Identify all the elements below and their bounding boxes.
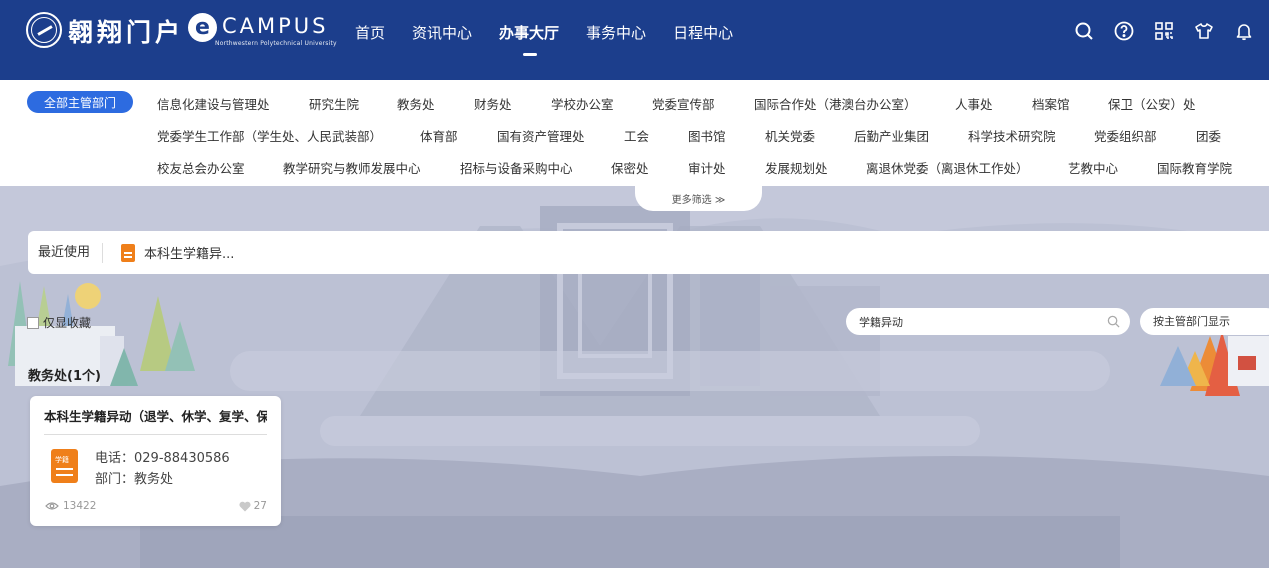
filter-item[interactable]: 国际合作处（港澳台办公室） <box>754 94 917 113</box>
portal-logo-text: 翱翔门户 <box>68 18 185 47</box>
recent-used-label: 最近使用 <box>38 242 104 263</box>
filter-item[interactable]: 图书馆 <box>688 126 726 145</box>
filter-item[interactable]: 保卫（公安）处 <box>1108 94 1196 113</box>
filter-item[interactable]: 教务处 <box>397 94 435 113</box>
help-icon[interactable] <box>1113 20 1135 42</box>
filter-item[interactable]: 学校办公室 <box>551 94 614 113</box>
nav-affairs-center[interactable]: 事务中心 <box>586 22 646 43</box>
filter-item[interactable]: 艺教中心 <box>1068 158 1118 177</box>
nav-home[interactable]: 首页 <box>355 22 385 43</box>
filter-item[interactable]: 党委学生工作部（学生处、人民武装部） <box>157 126 382 145</box>
filter-item[interactable]: 党委组织部 <box>1094 126 1157 145</box>
more-filters-toggle[interactable]: 更多筛选 ≫ <box>635 186 762 211</box>
favorites-only-toggle[interactable]: 仅显收藏 <box>27 314 91 331</box>
filter-item[interactable]: 党委宣传部 <box>652 94 715 113</box>
display-by-department-button[interactable]: 按主管部门显示 <box>1140 308 1269 335</box>
filter-row-3: 校友总会办公室 教学研究与教师发展中心 招标与设备采购中心 保密处 审计处 发展… <box>0 155 1269 179</box>
filter-row-1: 全部主管部门 信息化建设与管理处 研究生院 教务处 财务处 学校办公室 党委宣传… <box>0 91 1269 115</box>
favorites-checkbox[interactable] <box>27 316 39 329</box>
document-icon <box>121 243 136 262</box>
filter-item[interactable]: 工会 <box>624 126 649 145</box>
filter-item[interactable]: 审计处 <box>688 158 726 177</box>
search-icon[interactable] <box>1073 20 1095 42</box>
filter-item[interactable]: 国有资产管理处 <box>497 126 585 145</box>
more-filters-label: 更多筛选 ≫ <box>671 195 726 206</box>
document-icon-tag: 学籍 <box>55 456 69 464</box>
filter-item[interactable]: 后勤产业集团 <box>854 126 929 145</box>
views-count: 13422 <box>63 500 97 512</box>
service-card-phone: 电话：029-88430586 <box>95 451 230 466</box>
ecampus-logo-subtitle: Northwestern Polytechnical University <box>215 40 337 47</box>
bell-icon[interactable] <box>1233 20 1255 42</box>
eye-icon <box>45 502 59 510</box>
top-header: 翱翔门户 e CAMPUS Northwestern Polytechnical… <box>0 0 1269 80</box>
service-search-box <box>846 308 1130 335</box>
filter-item[interactable]: 信息化建设与管理处 <box>157 94 270 113</box>
nav-schedule-center[interactable]: 日程中心 <box>673 22 733 43</box>
filter-item[interactable]: 体育部 <box>420 126 458 145</box>
university-seal-icon <box>26 12 62 48</box>
filter-item[interactable]: 团委 <box>1196 126 1221 145</box>
service-card-likes[interactable]: 27 <box>239 500 267 512</box>
service-card[interactable]: 本科生学籍异动（退学、休学、复学、保 学籍 电话：029-88430586 部门… <box>30 396 281 526</box>
shirt-icon[interactable] <box>1193 20 1215 42</box>
service-card-views: 13422 <box>45 500 96 512</box>
qrcode-icon[interactable] <box>1153 20 1175 42</box>
filter-row-2: 党委学生工作部（学生处、人民武装部） 体育部 国有资产管理处 工会 图书馆 机关… <box>0 123 1269 147</box>
filter-item[interactable]: 财务处 <box>474 94 512 113</box>
main-nav: 首页 资讯中心 办事大厅 事务中心 日程中心 <box>355 22 760 56</box>
filter-item[interactable]: 机关党委 <box>765 126 815 145</box>
service-search-input[interactable] <box>859 308 1099 335</box>
ecampus-logo-word: CAMPUS <box>222 14 329 38</box>
nav-news-center[interactable]: 资讯中心 <box>412 22 472 43</box>
likes-count: 27 <box>253 500 267 512</box>
heart-icon[interactable] <box>239 501 251 512</box>
filter-item[interactable]: 发展规划处 <box>765 158 828 177</box>
filter-item[interactable]: 人事处 <box>955 94 993 113</box>
favorites-only-label: 仅显收藏 <box>43 316 92 330</box>
ecampus-logo-icon: e <box>188 13 217 42</box>
service-card-department: 部门：教务处 <box>95 472 174 487</box>
nav-service-hall[interactable]: 办事大厅 <box>499 22 559 56</box>
section-title: 教务处(1个) <box>28 369 101 384</box>
filter-item[interactable]: 招标与设备采购中心 <box>460 158 573 177</box>
search-icon[interactable] <box>1107 315 1120 328</box>
filter-item[interactable]: 国际教育学院 <box>1157 158 1232 177</box>
recent-used-bar: 最近使用 本科生学籍异... <box>28 231 1269 274</box>
filter-all-departments[interactable]: 全部主管部门 <box>27 91 133 113</box>
header-icons <box>1073 20 1255 42</box>
filter-item[interactable]: 科学技术研究院 <box>968 126 1056 145</box>
recent-item[interactable]: 本科生学籍异... <box>144 243 234 262</box>
department-filter-panel: 全部主管部门 信息化建设与管理处 研究生院 教务处 财务处 学校办公室 党委宣传… <box>0 80 1269 186</box>
filter-item[interactable]: 离退休党委（离退休工作处） <box>866 158 1029 177</box>
student-status-document-icon: 学籍 <box>51 449 78 483</box>
filter-item[interactable]: 教学研究与教师发展中心 <box>283 158 421 177</box>
filter-item[interactable]: 校友总会办公室 <box>157 158 245 177</box>
service-card-title[interactable]: 本科生学籍异动（退学、休学、复学、保 <box>44 406 267 435</box>
filter-item[interactable]: 档案馆 <box>1032 94 1070 113</box>
filter-item[interactable]: 保密处 <box>611 158 649 177</box>
filter-item[interactable]: 研究生院 <box>309 94 359 113</box>
